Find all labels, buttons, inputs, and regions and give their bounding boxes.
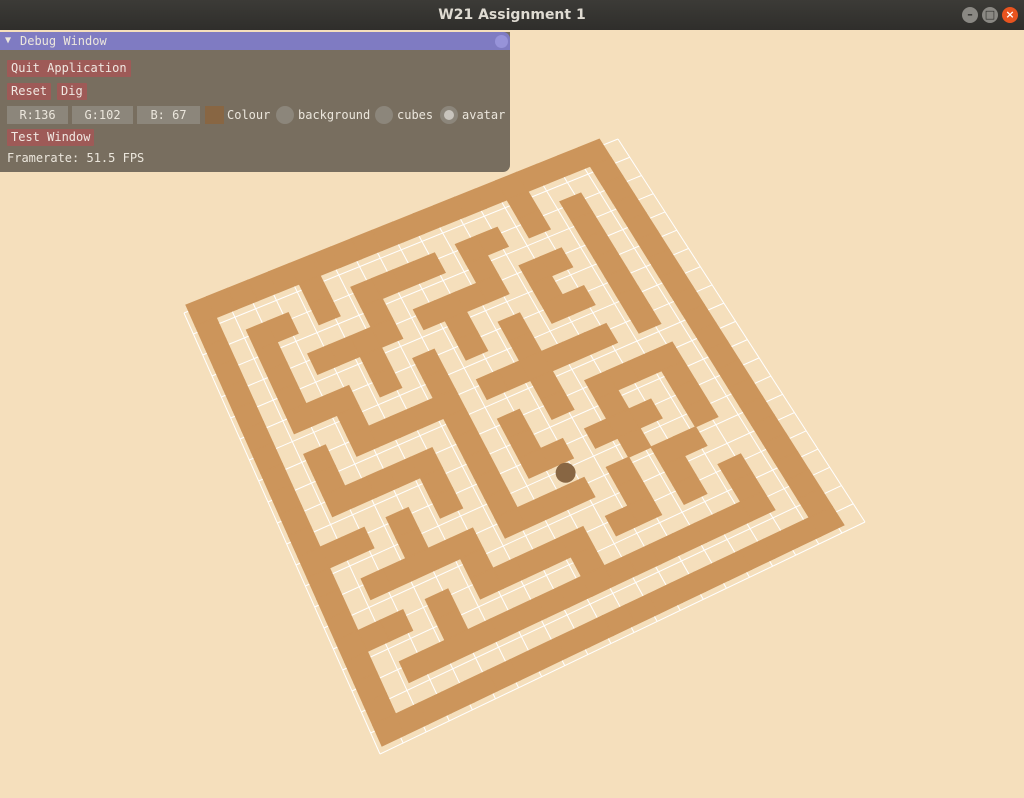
maze-cubes — [185, 138, 845, 747]
colour-label: Colour — [227, 108, 271, 122]
close-button[interactable]: × — [1002, 7, 1018, 23]
radio-avatar[interactable] — [440, 106, 458, 124]
debug-window-title: Debug Window — [20, 34, 107, 48]
maximize-button[interactable]: □ — [982, 7, 998, 23]
radio-background-label: background — [298, 108, 371, 122]
dig-button[interactable]: Dig — [57, 83, 87, 100]
radio-cubes[interactable] — [375, 106, 393, 124]
colour-swatch[interactable] — [205, 106, 224, 124]
reset-button[interactable]: Reset — [7, 83, 52, 100]
radio-cubes-label: cubes — [397, 108, 434, 122]
radio-background[interactable] — [276, 106, 294, 124]
radio-avatar-label: avatar — [462, 108, 506, 122]
title-bar: W21 Assignment 1 – □ × — [0, 0, 1024, 30]
debug-window-header[interactable]: ▼ Debug Window — [0, 32, 510, 50]
green-input[interactable]: G:102 — [72, 106, 133, 124]
window-title: W21 Assignment 1 — [438, 7, 586, 23]
red-input[interactable]: R:136 — [7, 106, 68, 124]
minimize-button[interactable]: – — [962, 7, 978, 23]
debug-window[interactable]: ▼ Debug Window Quit Application Reset Di… — [0, 32, 510, 172]
test-window-button[interactable]: Test Window — [7, 129, 95, 146]
blue-input[interactable]: B: 67 — [137, 106, 200, 124]
window-close-dot-icon[interactable] — [495, 35, 508, 48]
avatar — [555, 462, 576, 483]
framerate-text: Framerate: 51.5 FPS — [7, 151, 145, 165]
collapse-arrow-icon[interactable]: ▼ — [5, 35, 11, 46]
quit-application-button[interactable]: Quit Application — [7, 60, 131, 77]
